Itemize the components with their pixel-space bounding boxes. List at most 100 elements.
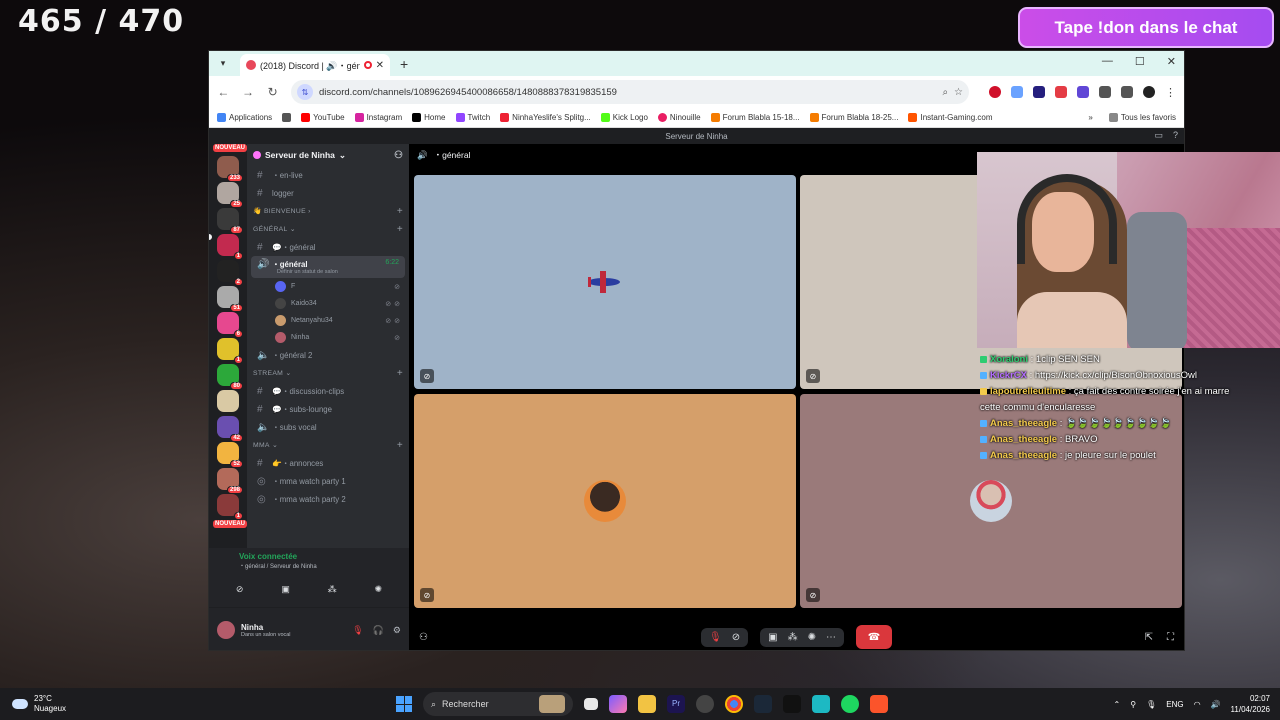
extension-shield-icon[interactable] (1077, 86, 1090, 98)
mic-muted-icon[interactable]: 🎙 (709, 632, 722, 643)
back-icon[interactable]: ← (217, 85, 230, 99)
network-off-icon[interactable]: ⚲ (1130, 700, 1136, 709)
channel-general-voice[interactable]: 🔊 ・général 6:22 Définir un statut de sal… (251, 256, 405, 278)
invite-icon[interactable]: ⚇ (394, 150, 403, 161)
voice-location[interactable]: ・général / Serveur de Ninha (239, 561, 401, 570)
chrome-icon[interactable] (725, 695, 743, 713)
avatar[interactable] (217, 621, 235, 639)
extensions-puzzle-icon[interactable] (1099, 86, 1112, 98)
bookmark-ninouille[interactable]: Ninouille (657, 113, 701, 122)
bookmark-forum-18-25[interactable]: Forum Blabla 18-25... (809, 113, 898, 122)
screen-share-icon[interactable]: ▣ (768, 632, 777, 643)
taskbar-search[interactable]: ⌕ Rechercher (423, 692, 573, 716)
voice-user[interactable]: F ⊘ (247, 278, 409, 295)
copilot-icon[interactable] (609, 695, 627, 713)
channel-subs-vocal[interactable]: 🔈 ・subs vocal (247, 418, 409, 436)
voice-user[interactable]: Ninha ⊘ (247, 329, 409, 346)
new-tab-icon[interactable]: + (400, 56, 408, 72)
activities-icon[interactable]: ⁂ (788, 632, 798, 643)
add-channel-icon[interactable]: + (397, 440, 403, 451)
brave-icon[interactable] (870, 695, 888, 713)
bookmark-instagram[interactable]: Instagram (354, 113, 402, 122)
spotify-icon[interactable] (841, 695, 859, 713)
tab-discord[interactable]: (2018) Discord | 🔊・généra ✕ (240, 54, 390, 76)
url-field[interactable]: ⇅ discord.com/channels/10896269454000866… (291, 80, 970, 104)
channel-logger[interactable]: # logger (247, 184, 409, 202)
voice-user[interactable]: Netanyahu34 ⊘⊘ (247, 312, 409, 329)
wifi-icon[interactable]: ◠ (1194, 700, 1201, 709)
bookmark-splitgate[interactable]: NinhaYeslife's Splitg... (500, 113, 591, 122)
add-channel-icon[interactable]: + (397, 224, 403, 235)
server-icon[interactable]: 87 (217, 208, 243, 234)
site-info-icon[interactable]: ⇅ (297, 84, 314, 100)
task-view-icon[interactable] (584, 698, 598, 710)
bookmark-kick-logo[interactable]: Kick Logo (600, 113, 648, 122)
windows-start-icon[interactable] (396, 696, 412, 712)
channel-annonces[interactable]: # 👉・annonces (247, 454, 409, 472)
video-tile-screen-share[interactable]: ⊘ (414, 175, 796, 389)
server-icon[interactable]: 1 (217, 338, 243, 364)
server-icon[interactable] (217, 390, 239, 412)
channel-mma-watch-party-2[interactable]: ◎ ・mma watch party 2 (247, 490, 409, 508)
bookmark-star-icon[interactable]: ☆ (954, 87, 963, 98)
all-bookmarks-folder[interactable]: Tous les favoris (1108, 113, 1176, 122)
invite-people-icon[interactable]: ⚇ (419, 632, 428, 643)
channel-mma-watch-party-1[interactable]: ◎ ・mma watch party 1 (247, 472, 409, 490)
server-icon[interactable]: 6 (217, 312, 243, 338)
more-bookmarks-icon[interactable]: » (1088, 113, 1092, 122)
add-channel-icon[interactable]: + (397, 368, 403, 379)
chevron-up-icon[interactable]: ⌃ (1114, 700, 1121, 709)
fullscreen-icon[interactable]: ⛶ (1167, 632, 1174, 643)
steam-icon[interactable] (754, 695, 772, 713)
activities-icon[interactable]: ⁂ (328, 584, 337, 595)
premiere-pro-icon[interactable]: Pr (667, 695, 685, 713)
video-tile-user[interactable]: ⊘ (414, 394, 796, 608)
category-bienvenue[interactable]: 👋 BIENVENUE › + (247, 202, 409, 220)
menu-kebab-icon[interactable]: ⋮ (1165, 86, 1176, 99)
channel-en-live[interactable]: # ・en-live (247, 166, 409, 184)
channel-general-2[interactable]: 🔈 ・général 2 (247, 346, 409, 364)
server-icon[interactable]: 298 (217, 468, 243, 494)
close-tab-icon[interactable]: ✕ (376, 60, 384, 71)
voice-user[interactable]: Kaido34 ⊘⊘ (247, 295, 409, 312)
extension-red-icon[interactable] (1055, 86, 1068, 98)
extension-opera-icon[interactable] (989, 86, 1002, 98)
microphone-icon[interactable]: 🎙 (1146, 700, 1156, 709)
side-panel-icon[interactable] (1121, 86, 1134, 98)
bookmark-instant-gaming[interactable]: Instant-Gaming.com (908, 113, 993, 122)
channel-general-text[interactable]: # 💬・général (247, 238, 409, 256)
voice-status-hint[interactable]: Définir un statut de salon (277, 269, 338, 275)
tab-search-icon[interactable]: ▾ (214, 55, 232, 73)
maximize-icon[interactable]: ☐ (1135, 55, 1145, 68)
channel-discussion-clips[interactable]: # 💬・discussion-clips (247, 382, 409, 400)
disconnect-button[interactable]: ☎ (855, 625, 892, 649)
reload-icon[interactable]: ↻ (266, 85, 279, 99)
category-mma[interactable]: MMA ⌄ + (247, 436, 409, 454)
category-stream[interactable]: STREAM ⌄ + (247, 364, 409, 382)
bookmark-applications[interactable]: Applications (217, 113, 272, 122)
bookmark-grid[interactable] (282, 113, 292, 122)
server-icon[interactable]: 25 (217, 182, 243, 208)
volume-icon[interactable]: 🔊 (1211, 700, 1221, 709)
zoom-icon[interactable]: ⌕ (942, 87, 948, 98)
server-icon[interactable]: 2 (217, 260, 243, 286)
inbox-icon[interactable]: ▭ (1154, 130, 1163, 141)
clock[interactable]: 02:07 11/04/2026 (1231, 693, 1270, 715)
server-icon[interactable]: 80 (217, 364, 243, 390)
channel-subs-lounge[interactable]: # 💬・subs-lounge (247, 400, 409, 418)
camera-off-icon[interactable]: ⊘ (732, 632, 740, 643)
soundboard-icon[interactable]: ✺ (808, 632, 816, 643)
soundboard-icon[interactable]: ✺ (375, 584, 383, 595)
tiktok-icon[interactable] (783, 695, 801, 713)
mic-muted-icon[interactable]: 🎙 (352, 625, 363, 636)
server-icon[interactable]: 233 (217, 156, 243, 182)
language-indicator[interactable]: ENG (1166, 700, 1183, 709)
obs-icon[interactable] (696, 695, 714, 713)
category-general[interactable]: GÉNÉRAL ⌄ + (247, 220, 409, 238)
bookmark-twitch[interactable]: Twitch (455, 113, 490, 122)
bookmark-forum-15-18[interactable]: Forum Blabla 15-18... (710, 113, 800, 122)
gear-icon[interactable]: ⚙ (393, 625, 401, 636)
forward-icon[interactable]: → (242, 85, 255, 99)
weather-widget[interactable]: 23°C Nuageux (12, 694, 66, 714)
extension-audio-icon[interactable] (1011, 86, 1024, 98)
